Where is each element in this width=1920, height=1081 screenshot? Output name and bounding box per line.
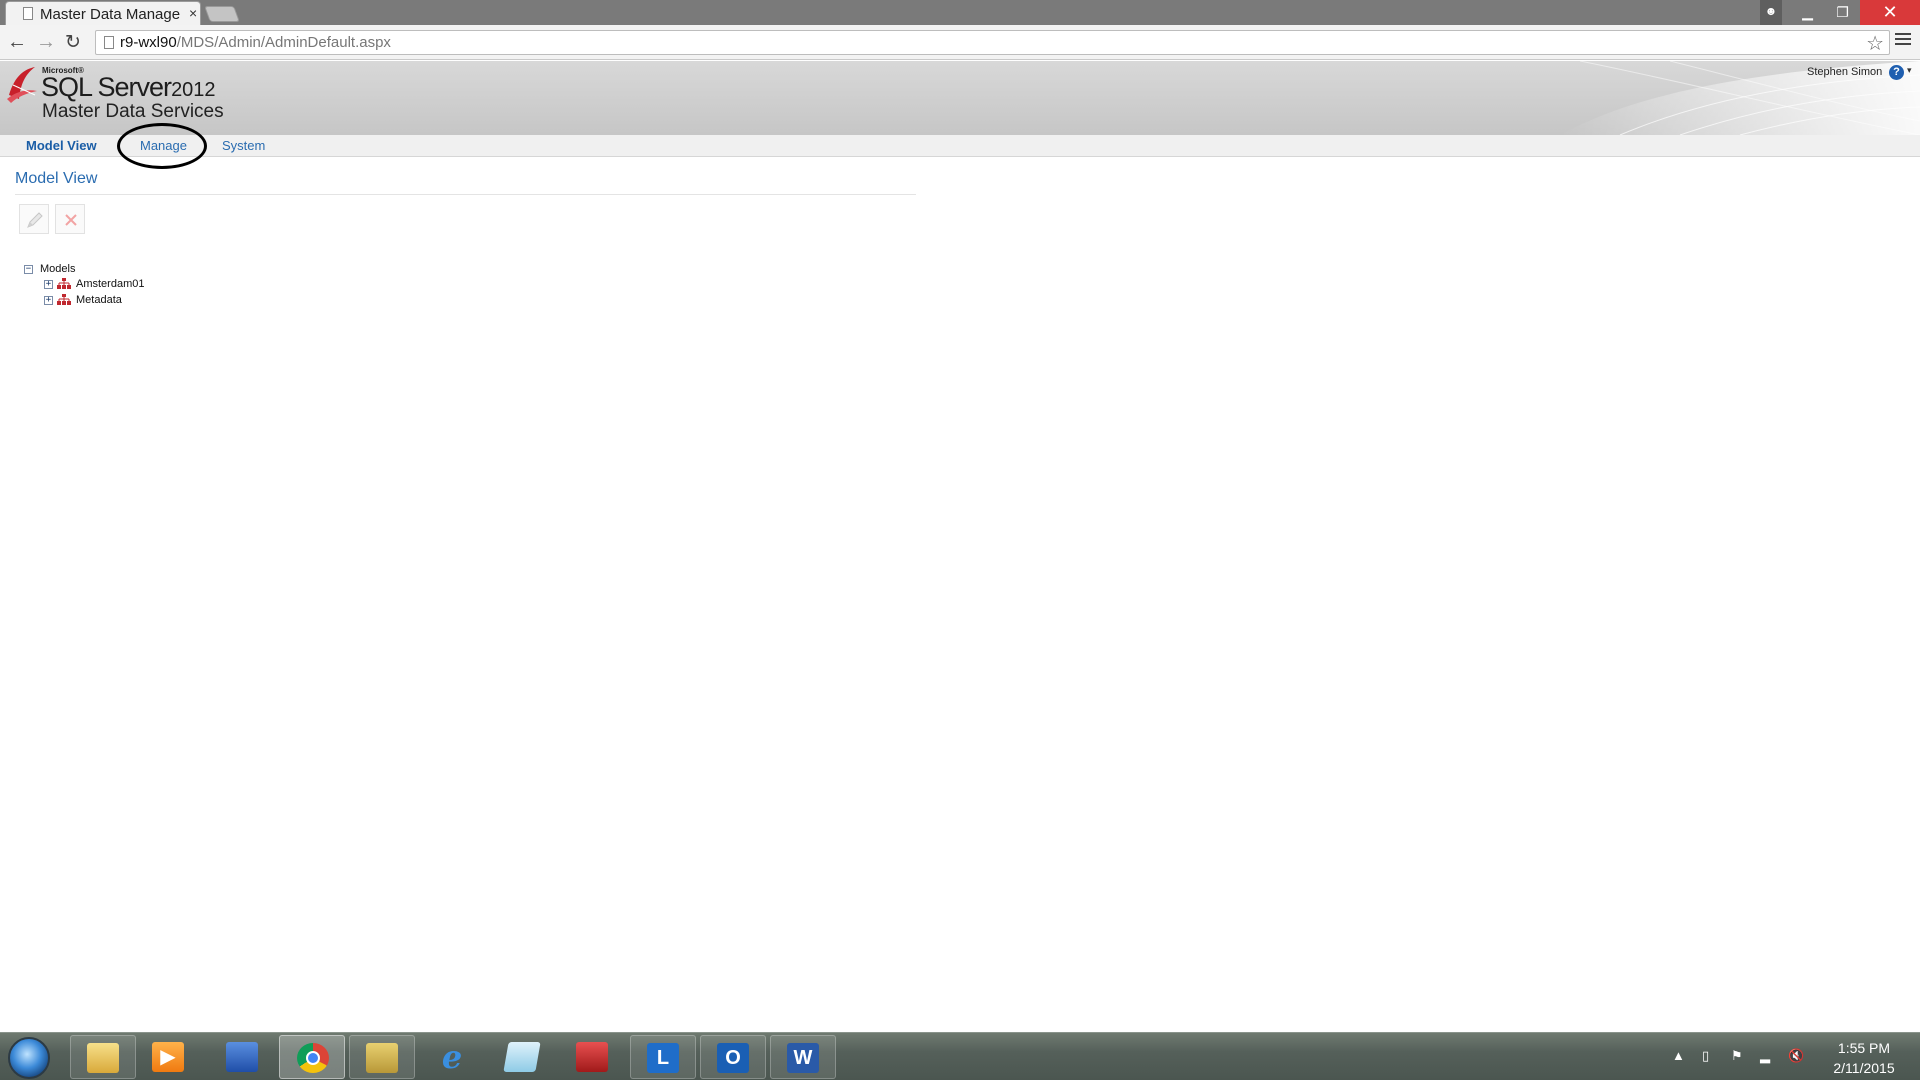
model-hierarchy-icon [57,294,71,305]
pencil-icon [27,212,43,228]
network-signal-icon[interactable]: ▂ [1760,1048,1774,1064]
logo-subtitle: Master Data Services [42,101,224,122]
delete-x-icon [65,214,77,226]
tree-item-label[interactable]: Amsterdam01 [76,278,144,290]
url-path: /MDS/Admin/AdminDefault.aspx [176,34,391,51]
current-user-name: Stephen Simon [1807,66,1883,78]
internet-explorer-icon: e [441,1038,463,1076]
tab-close-icon[interactable]: × [189,5,197,21]
close-window-button[interactable]: ✕ [1860,0,1920,25]
taskbar-media-player[interactable]: ▶ [136,1035,202,1079]
chrome-icon [297,1043,329,1073]
help-icon[interactable]: ? [1889,65,1904,80]
outlook-icon: O [717,1043,749,1073]
taskbar-file-explorer[interactable] [70,1035,136,1079]
bookmark-star-icon[interactable]: ☆ [1866,31,1884,56]
show-hidden-icons-icon[interactable]: ▲ [1672,1048,1686,1064]
taskbar-data-tools[interactable] [349,1035,415,1079]
tree-root-label[interactable]: Models [40,263,75,275]
clock-time: 1:55 PM [1837,1040,1891,1056]
clock-date: 2/11/2015 [1833,1060,1895,1076]
sql-server-logo-icon [7,67,37,103]
lync-icon: L [647,1043,679,1073]
back-arrow-icon[interactable]: ← [7,31,27,54]
url-text: r9-wxl90/MDS/Admin/AdminDefault.aspx [120,34,391,51]
nav-model-view[interactable]: Model View [26,138,97,153]
delete-button[interactable] [55,204,85,234]
taskbar-chrome[interactable] [279,1035,345,1079]
forward-arrow-icon[interactable]: → [36,31,56,54]
help-dropdown-icon[interactable]: ▾ [1907,65,1912,76]
taskbar-outlook[interactable]: O [700,1035,766,1079]
taskbar-remote-desktop[interactable] [210,1035,276,1079]
windows-taskbar: ▶ e L O W ▲ ▯ ⚑ ▂ 🔇 1:55 PM 2/11/2015 [0,1032,1920,1080]
data-tools-icon [366,1043,398,1073]
browser-tab[interactable]: Master Data Manage × [5,1,201,25]
remote-desktop-icon [226,1042,258,1072]
annotation-circle [117,123,207,169]
edit-button[interactable] [19,204,49,234]
action-center-flag-icon[interactable]: ⚑ [1731,1048,1745,1064]
start-button[interactable] [8,1037,50,1079]
new-tab-button[interactable] [204,6,240,22]
product-name: SQL Server [41,72,172,102]
logo-product-text: SQL Server2012 [41,72,216,103]
play-icon: ▶ [152,1042,184,1072]
tree-item-label[interactable]: Metadata [76,294,122,306]
maximize-button[interactable]: ❐ [1825,0,1860,25]
title-divider [15,194,916,195]
volume-muted-icon[interactable]: 🔇 [1788,1048,1804,1064]
mds-nav-bar: Model View Manage System [0,135,1920,157]
chrome-menu-icon[interactable] [1895,33,1911,48]
tab-title: Master Data Manage [40,6,181,23]
user-profile-icon[interactable]: ☻ [1760,0,1782,25]
browser-tab-strip: Master Data Manage × ☻ ▁ ❐ ✕ [0,0,1920,25]
taskbar-lync[interactable]: L [630,1035,696,1079]
address-bar[interactable]: r9-wxl90/MDS/Admin/AdminDefault.aspx ☆ [95,30,1890,55]
nav-system[interactable]: System [222,138,265,153]
word-icon: W [787,1043,819,1073]
mds-header: Microsoft® SQL Server2012 Master Data Se… [0,61,1920,135]
taskbar-notepad[interactable] [490,1035,556,1079]
taskbar-toolbox[interactable] [560,1035,626,1079]
notepad-icon [503,1042,541,1072]
taskbar-internet-explorer[interactable]: e [420,1035,486,1079]
toolbox-icon [576,1042,608,1072]
url-host: r9-wxl90 [120,34,177,51]
battery-icon[interactable]: ▯ [1702,1048,1716,1064]
collapse-icon[interactable]: − [24,265,33,274]
folder-icon [87,1043,119,1073]
taskbar-clock[interactable]: 1:55 PM 2/11/2015 [1814,1038,1914,1078]
model-hierarchy-icon [57,278,71,289]
product-year: 2012 [171,79,216,101]
browser-toolbar: ← → ↻ r9-wxl90/MDS/Admin/AdminDefault.as… [0,25,1920,60]
minimize-button[interactable]: ▁ [1790,0,1825,25]
page-info-icon[interactable] [104,36,114,49]
taskbar-word[interactable]: W [770,1035,836,1079]
reload-icon[interactable]: ↻ [65,31,81,54]
expand-icon[interactable]: + [44,280,53,289]
expand-icon[interactable]: + [44,296,53,305]
page-title: Model View [15,170,98,187]
page-icon [23,7,33,20]
